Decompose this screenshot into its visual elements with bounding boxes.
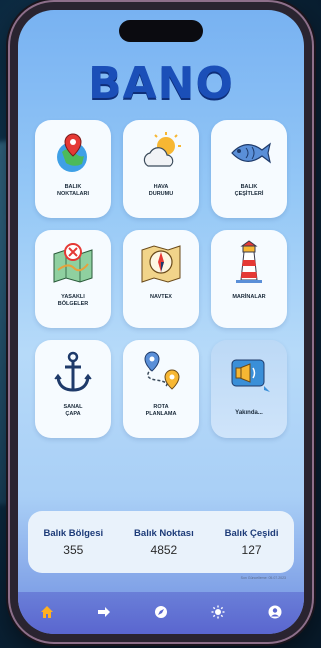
fish-icon — [231, 142, 271, 164]
last-sync-text: Son Güncelleme: 05.07.2023 — [240, 576, 286, 580]
stat-value: 127 — [241, 542, 262, 557]
tile-yasakli-bolgeler[interactable]: YASAKLI BÖLGELER — [35, 230, 111, 328]
tile-yakinda[interactable]: Yakında... — [211, 340, 287, 438]
route-pins-icon — [144, 351, 180, 390]
tile-marinalar[interactable]: MARİNALAR — [211, 230, 287, 328]
megaphone-icon — [231, 359, 270, 392]
tile-sanal-capa[interactable]: SANAL ÇAPA — [35, 340, 111, 438]
tile-label: BALIK ÇEŞİTLERİ — [234, 184, 264, 197]
home-icon — [40, 606, 53, 618]
sun-icon — [211, 605, 225, 619]
menu-grid: BALIK NOKTALARI HAVA DURUMU BALIK ÇEŞİTL… — [35, 120, 287, 438]
tile-label: BALIK NOKTALARI — [57, 184, 89, 197]
stat-value: 355 — [63, 542, 84, 557]
profile-icon — [268, 605, 282, 619]
tile-navtex[interactable]: NAVTEX — [123, 230, 199, 328]
compass-map-icon — [141, 245, 181, 283]
tile-label: ROTA PLANLAMA — [145, 404, 177, 417]
tile-label: MARİNALAR — [232, 294, 266, 300]
stat-title: Balık Bölgesi — [43, 527, 104, 539]
anchor-icon — [54, 351, 92, 392]
nav-weather[interactable] — [209, 603, 227, 621]
tile-label: Yakında... — [235, 410, 263, 416]
stat-balik-bolgesi: Balık Bölgesi 355 — [43, 528, 103, 557]
nav-explore[interactable] — [152, 603, 170, 621]
dynamic-island — [119, 20, 203, 42]
app-screen: BANO BALIK NOKTALARI HAVA DURUMU BALIK Ç… — [18, 10, 304, 634]
tile-label: YASAKLI BÖLGELER — [57, 294, 89, 307]
arrow-right-icon — [97, 607, 110, 617]
sun-cloud-icon — [143, 132, 181, 167]
phone-frame: BANO BALIK NOKTALARI HAVA DURUMU BALIK Ç… — [10, 2, 312, 642]
stat-title: Balık Çeşidi — [224, 527, 279, 539]
stat-balik-cesidi: Balık Çeşidi 127 — [225, 528, 279, 557]
nav-home[interactable] — [38, 603, 56, 621]
forbidden-map-icon — [53, 243, 93, 283]
compass-icon — [154, 606, 167, 618]
tile-label: HAVA DURUMU — [148, 184, 174, 197]
tile-rota-planlama[interactable]: ROTA PLANLAMA — [123, 340, 199, 438]
nav-profile[interactable] — [266, 603, 284, 621]
tile-balik-cesitleri[interactable]: BALIK ÇEŞİTLERİ — [211, 120, 287, 218]
globe-map-pin-icon — [57, 133, 87, 172]
stat-value: 4852 — [150, 542, 178, 557]
tile-label: SANAL ÇAPA — [63, 404, 83, 417]
lighthouse-icon — [236, 240, 262, 283]
stat-title: Balık Noktası — [134, 527, 194, 539]
stat-balik-noktasi: Balık Noktası 4852 — [134, 528, 194, 557]
tile-label: NAVTEX — [150, 294, 172, 300]
stats-panel: Balık Bölgesi 355 Balık Noktası 4852 Bal… — [28, 511, 294, 573]
bottom-nav — [18, 592, 304, 634]
tile-balik-noktalari[interactable]: BALIK NOKTALARI — [35, 120, 111, 218]
nav-forward[interactable] — [95, 603, 113, 621]
tile-hava-durumu[interactable]: HAVA DURUMU — [123, 120, 199, 218]
app-logo: BANO — [88, 58, 234, 109]
